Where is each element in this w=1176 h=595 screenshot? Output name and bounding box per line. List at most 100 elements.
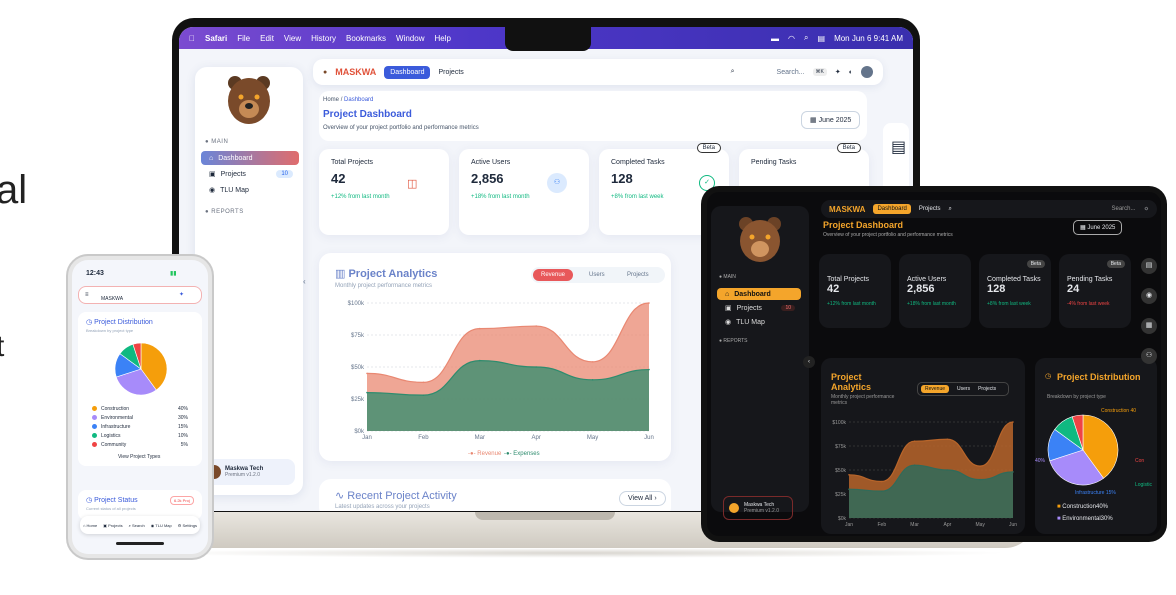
sidebar-item-projects[interactable]: ▣ Projects 10 [717, 302, 801, 314]
y-tick-label: $100k [348, 301, 365, 307]
nav-tlu-map[interactable]: ◉ TLU Map [151, 523, 172, 528]
nav-projects[interactable]: ▣ Projects [103, 523, 122, 528]
x-tick-label: Jan [845, 522, 853, 528]
brand-name[interactable]: MASKWA [829, 205, 865, 214]
kpi-label: Completed Tasks [987, 276, 1041, 283]
menu-edit[interactable]: Edit [260, 34, 274, 43]
beta-badge: Beta [836, 143, 861, 153]
theme-toggle-icon[interactable]: ◐ [849, 69, 853, 76]
notification-icon[interactable]: ✦ [179, 291, 184, 298]
menu-history[interactable]: History [311, 34, 336, 43]
date-value: June 2025 [818, 117, 852, 124]
sidebar-item-dashboard[interactable]: ⌂ Dashboard [717, 288, 801, 300]
tab-revenue[interactable]: Revenue [533, 269, 574, 281]
analytics-subtitle: Monthly project performance metrics [335, 283, 433, 289]
kpi-card-completed-tasks[interactable]: Beta Completed Tasks 128 +8% from last week [979, 254, 1051, 328]
apple-icon[interactable]:  [189, 34, 195, 43]
users-icon[interactable]: ⚇ [1141, 348, 1157, 364]
data-point [913, 464, 916, 466]
menu-window[interactable]: Window [396, 34, 424, 43]
nav-search[interactable]: ⌕ Search [129, 523, 145, 528]
section-reports[interactable]: ● REPORTS [205, 209, 244, 215]
activity-subtitle: Latest updates across your projects [335, 504, 430, 510]
battery-icon[interactable]: ▬ [771, 34, 779, 43]
tab-projects[interactable]: Projects [978, 386, 996, 392]
profile-card[interactable]: Maskwa Tech Premium v1.2.0 [723, 496, 793, 520]
breadcrumb-home[interactable]: Home [323, 97, 339, 103]
section-reports[interactable]: ● REPORTS [719, 338, 748, 344]
kpi-card-total-projects[interactable]: Total Projects 42 +12% from last month [819, 254, 891, 328]
control-center-icon[interactable]: ▤ [818, 34, 826, 43]
collapse-sidebar-icon[interactable]: ‹ [803, 356, 815, 368]
kpi-label: Completed Tasks [611, 159, 665, 166]
clock[interactable]: Mon Jun 6 9:41 AM [834, 34, 903, 43]
section-main[interactable]: ● MAIN [719, 274, 736, 280]
laptop-base-notch [475, 512, 615, 520]
collapse-sidebar-icon[interactable]: ‹ [303, 277, 306, 286]
date-picker[interactable]: ▦ June 2025 [801, 111, 861, 129]
date-picker[interactable]: ▦ June 2025 [1073, 220, 1123, 235]
sidebar-item-projects[interactable]: ▣ Projects 10 [201, 167, 299, 181]
menu-safari[interactable]: Safari [205, 34, 227, 43]
kpi-card-pending-tasks[interactable]: Beta Pending Tasks 24 -4% from last week [1059, 254, 1131, 328]
view-project-types-link[interactable]: View Project Types [118, 454, 160, 460]
data-point [479, 327, 481, 330]
menu-file[interactable]: File [237, 34, 250, 43]
notification-icon[interactable]: ✦ [835, 68, 841, 76]
tab-dashboard[interactable]: Dashboard [384, 65, 431, 79]
brand-name[interactable]: MASKWA [335, 67, 376, 77]
section-main[interactable]: ● MAIN [205, 139, 228, 145]
view-all-button[interactable]: View All › [619, 491, 666, 506]
menu-bookmarks[interactable]: Bookmarks [346, 34, 386, 43]
map-pin-icon: ◉ [209, 187, 216, 194]
tab-projects[interactable]: Projects [619, 269, 657, 281]
legend-row: Logistics 10% [92, 431, 188, 440]
status-time: 12:43 [86, 270, 104, 277]
composite-stage: al t  Safari File Edit View History Boo… [0, 0, 1176, 595]
kpi-card-active-users[interactable]: Active Users 2,856 +18% from last month [899, 254, 971, 328]
sidebar-item-tlu-map[interactable]: ◉ TLU Map [201, 183, 299, 197]
profile-card[interactable]: Maskwa Tech Premium v1.2.0 [201, 459, 295, 485]
tab-users[interactable]: Users [581, 269, 613, 281]
tab-users[interactable]: Users [957, 386, 970, 392]
search-icon[interactable]: ⌕ [731, 68, 735, 76]
menu-icon[interactable]: ≡ [85, 292, 89, 298]
map-pin-icon[interactable]: ◉ [1141, 288, 1157, 304]
data-point [366, 391, 368, 394]
data-point [1012, 421, 1014, 423]
menu-help[interactable]: Help [434, 34, 450, 43]
menu-view[interactable]: View [284, 34, 301, 43]
kpi-card-active-users[interactable]: Active Users 2,856 +18% from last month … [459, 149, 589, 235]
document-icon[interactable]: ▤ [891, 137, 906, 157]
tab-revenue[interactable]: Revenue [921, 385, 950, 393]
wifi-icon[interactable]: ◠ [788, 34, 795, 43]
home-indicator [116, 542, 164, 545]
theme-toggle-icon[interactable]: ☼ [1144, 206, 1150, 212]
tab-projects[interactable]: Projects [919, 206, 941, 212]
dark-sidebar: ● MAIN ⌂ Dashboard ▣ Projects 10 ◉ TLU Map ●… [711, 206, 809, 520]
search-input[interactable]: Search... [777, 69, 805, 76]
calendar-icon[interactable]: ▦ [1141, 318, 1157, 334]
search-input[interactable]: Search... [1111, 206, 1135, 212]
search-icon[interactable]: ⌕ [949, 206, 952, 213]
nav-settings[interactable]: ⚙ Settings [178, 523, 197, 528]
tab-dashboard[interactable]: Dashboard [873, 204, 911, 214]
tab-projects[interactable]: Projects [438, 69, 463, 76]
search-icon[interactable]: ⌕ [804, 33, 808, 43]
y-tick-label: $75k [835, 444, 846, 450]
data-point [648, 368, 650, 371]
data-point [422, 381, 425, 384]
distribution-subtitle: Breakdown by project type [1047, 394, 1106, 400]
legend-dot [92, 433, 97, 438]
avatar[interactable] [861, 66, 873, 78]
sidebar-item-dashboard[interactable]: ⌂ Dashboard [201, 151, 299, 165]
document-icon[interactable]: ▤ [1141, 258, 1157, 274]
nav-home[interactable]: ⌂ Home [83, 523, 97, 528]
sidebar-item-tlu-map[interactable]: ◉ TLU Map [717, 316, 801, 328]
projects-count-badge: 10 [276, 170, 293, 178]
kpi-card-total-projects[interactable]: Total Projects 42 +12% from last month ◫ [319, 149, 449, 235]
legend-value: 15% [177, 423, 188, 430]
brand-name[interactable]: MASKWA [101, 296, 123, 302]
legend-revenue: -●- Revenue [468, 451, 502, 457]
y-tick-label: $25k [351, 397, 365, 403]
